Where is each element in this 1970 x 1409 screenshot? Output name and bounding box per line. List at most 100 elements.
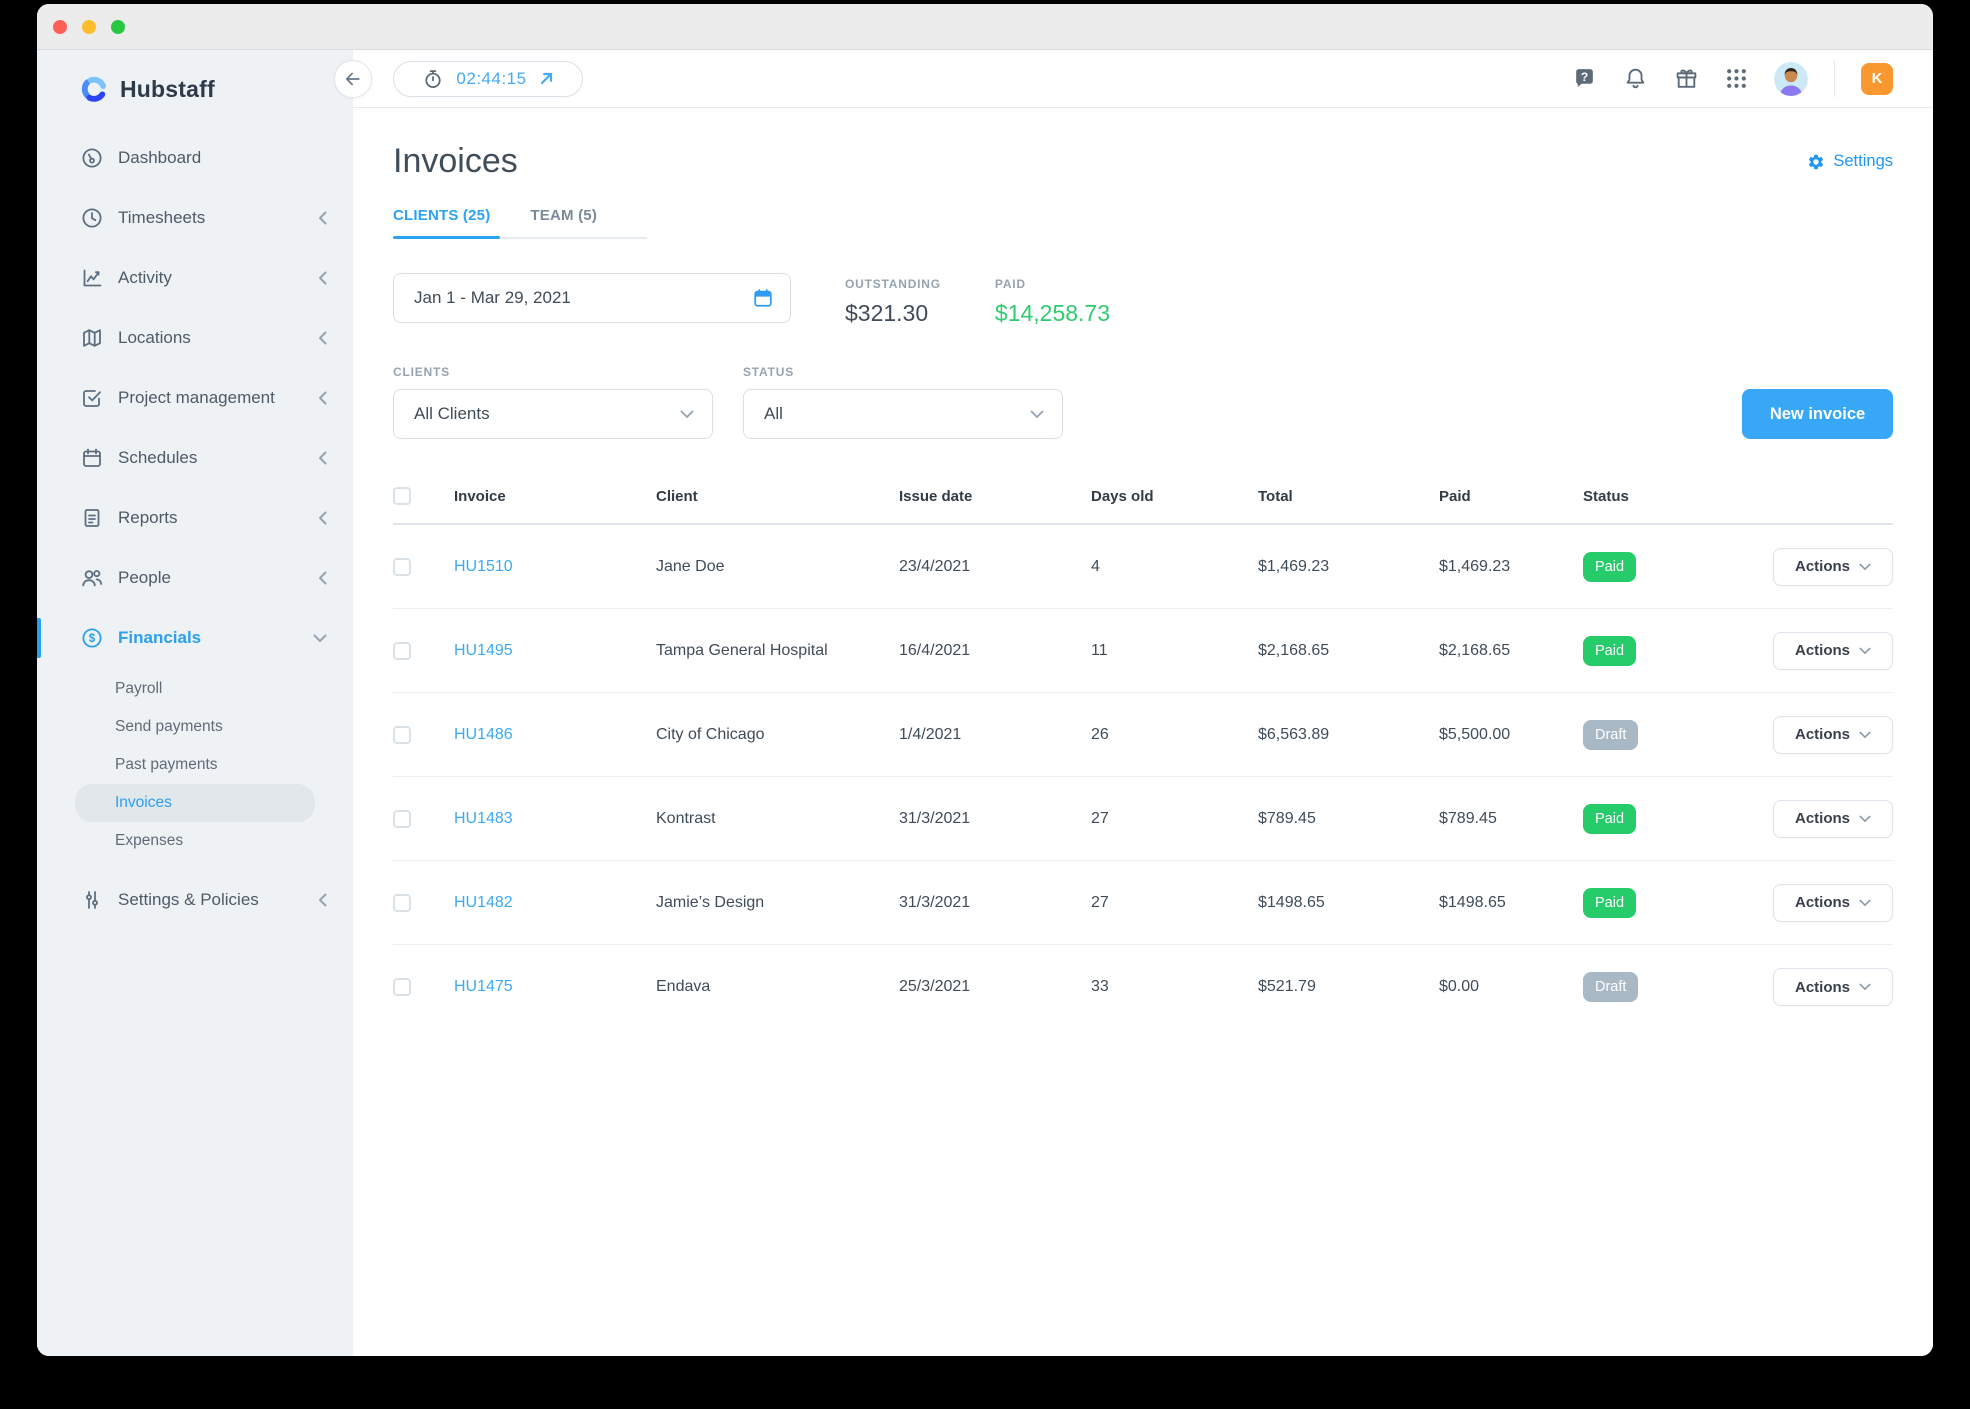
sidebar-item-label: Schedules: [118, 448, 197, 468]
topbar: 02:44:15 ?: [353, 50, 1933, 108]
timer-widget[interactable]: 02:44:15: [393, 61, 583, 97]
invoice-link[interactable]: HU1482: [454, 894, 656, 912]
chevron-down-icon: [1859, 899, 1871, 907]
client-cell: Kontrast: [656, 810, 899, 828]
sidebar-item-reports[interactable]: Reports: [37, 488, 353, 548]
days-old-cell: 4: [1091, 558, 1258, 576]
sidebar-subitem-past-payments[interactable]: Past payments: [75, 746, 315, 784]
topbar-right: ? K: [1572, 61, 1893, 97]
gift-icon[interactable]: [1674, 66, 1699, 91]
actions-button[interactable]: Actions: [1773, 548, 1893, 586]
sidebar-nav: DashboardTimesheetsActivityLocationsProj…: [37, 128, 353, 930]
row-checkbox[interactable]: [393, 978, 411, 996]
chevron-left-icon: [318, 571, 327, 585]
locations-icon: [80, 326, 104, 350]
tab-clients[interactable]: CLIENTS (25): [393, 207, 490, 237]
sidebar-subitem-invoices[interactable]: Invoices: [75, 784, 315, 822]
invoices-page: Invoices Settings CLIENTS (25) TEAM (5) …: [353, 108, 1933, 1356]
invoice-link[interactable]: HU1475: [454, 978, 656, 996]
sidebar-subitem-expenses[interactable]: Expenses: [75, 822, 315, 860]
column-header-status: Status: [1583, 488, 1768, 505]
tab-team[interactable]: TEAM (5): [530, 207, 597, 237]
total-cell: $1498.65: [1258, 894, 1439, 912]
chevron-left-icon: [318, 331, 327, 345]
reports-icon: [80, 506, 104, 530]
chevron-down-icon: [313, 634, 327, 643]
issue-date-cell: 25/3/2021: [899, 978, 1091, 996]
sidebar-item-project-management[interactable]: Project management: [37, 368, 353, 428]
paid-metric: PAID $14,258.73: [995, 273, 1110, 327]
status-select[interactable]: All: [743, 389, 1063, 439]
help-icon[interactable]: ?: [1572, 66, 1597, 91]
outstanding-value: $321.30: [845, 300, 941, 327]
date-range-picker[interactable]: Jan 1 - Mar 29, 2021: [393, 273, 791, 323]
notifications-bell-icon[interactable]: [1623, 66, 1648, 91]
invoice-link[interactable]: HU1483: [454, 810, 656, 828]
apps-grid-icon[interactable]: [1725, 67, 1748, 90]
actions-button[interactable]: Actions: [1773, 632, 1893, 670]
row-checkbox[interactable]: [393, 558, 411, 576]
date-range-value: Jan 1 - Mar 29, 2021: [414, 288, 571, 308]
client-cell: Jane Doe: [656, 558, 899, 576]
chevron-left-icon: [318, 211, 327, 225]
sidebar-item-financials[interactable]: $Financials: [37, 608, 353, 668]
actions-button-label: Actions: [1795, 558, 1850, 575]
days-old-cell: 27: [1091, 894, 1258, 912]
column-header-paid: Paid: [1439, 488, 1583, 505]
new-invoice-button[interactable]: New invoice: [1742, 389, 1893, 439]
paid-cell: $2,168.65: [1439, 642, 1583, 660]
sidebar-item-locations[interactable]: Locations: [37, 308, 353, 368]
hubstaff-logo[interactable]: Hubstaff: [37, 50, 353, 104]
chevron-down-icon: [1859, 815, 1871, 823]
client-cell: Jamie’s Design: [656, 894, 899, 912]
actions-button[interactable]: Actions: [1773, 800, 1893, 838]
table-row-hu1486: HU1486City of Chicago1/4/202126$6,563.89…: [393, 693, 1893, 777]
sidebar-item-schedules[interactable]: Schedules: [37, 428, 353, 488]
clients-select[interactable]: All Clients: [393, 389, 713, 439]
sidebar-item-dashboard[interactable]: Dashboard: [37, 128, 353, 188]
actions-button[interactable]: Actions: [1773, 968, 1893, 1006]
sidebar-item-people[interactable]: People: [37, 548, 353, 608]
actions-button-label: Actions: [1795, 726, 1850, 743]
issue-date-cell: 1/4/2021: [899, 726, 1091, 744]
invoice-tabs: CLIENTS (25) TEAM (5): [393, 207, 647, 239]
days-old-cell: 11: [1091, 642, 1258, 660]
total-cell: $6,563.89: [1258, 726, 1439, 744]
status-badge: Paid: [1583, 552, 1636, 582]
row-checkbox[interactable]: [393, 726, 411, 744]
back-arrow-icon: [343, 69, 363, 89]
row-checkbox[interactable]: [393, 642, 411, 660]
sidebar-item-settings-policies[interactable]: Settings & Policies: [37, 870, 353, 930]
row-checkbox[interactable]: [393, 810, 411, 828]
row-checkbox[interactable]: [393, 894, 411, 912]
actions-button[interactable]: Actions: [1773, 884, 1893, 922]
issue-date-cell: 16/4/2021: [899, 642, 1091, 660]
invoice-link[interactable]: HU1495: [454, 642, 656, 660]
chevron-left-icon: [318, 271, 327, 285]
organization-badge[interactable]: K: [1861, 63, 1893, 95]
actions-button[interactable]: Actions: [1773, 716, 1893, 754]
back-button[interactable]: [334, 60, 372, 98]
close-window-button[interactable]: [53, 20, 67, 34]
macos-titlebar: [37, 4, 1933, 50]
zoom-window-button[interactable]: [111, 20, 125, 34]
invoice-settings-link[interactable]: Settings: [1807, 152, 1893, 171]
client-cell: Endava: [656, 978, 899, 996]
status-badge: Paid: [1583, 804, 1636, 834]
sidebar-item-timesheets[interactable]: Timesheets: [37, 188, 353, 248]
sidebar-item-activity[interactable]: Activity: [37, 248, 353, 308]
outstanding-metric: OUTSTANDING $321.30: [845, 273, 941, 327]
select-all-checkbox[interactable]: [393, 487, 411, 505]
minimize-window-button[interactable]: [82, 20, 96, 34]
user-avatar[interactable]: [1774, 62, 1808, 96]
sidebar-subitem-payroll[interactable]: Payroll: [75, 670, 315, 708]
people-icon: [80, 566, 104, 590]
invoice-link[interactable]: HU1486: [454, 726, 656, 744]
table-row-hu1495: HU1495Tampa General Hospital16/4/202111$…: [393, 609, 1893, 693]
paid-cell: $0.00: [1439, 978, 1583, 996]
sidebar-subitem-send-payments[interactable]: Send payments: [75, 708, 315, 746]
table-row-hu1483: HU1483Kontrast31/3/202127$789.45$789.45P…: [393, 777, 1893, 861]
actions-button-label: Actions: [1795, 894, 1850, 911]
invoice-link[interactable]: HU1510: [454, 558, 656, 576]
chevron-down-icon: [1859, 983, 1871, 991]
